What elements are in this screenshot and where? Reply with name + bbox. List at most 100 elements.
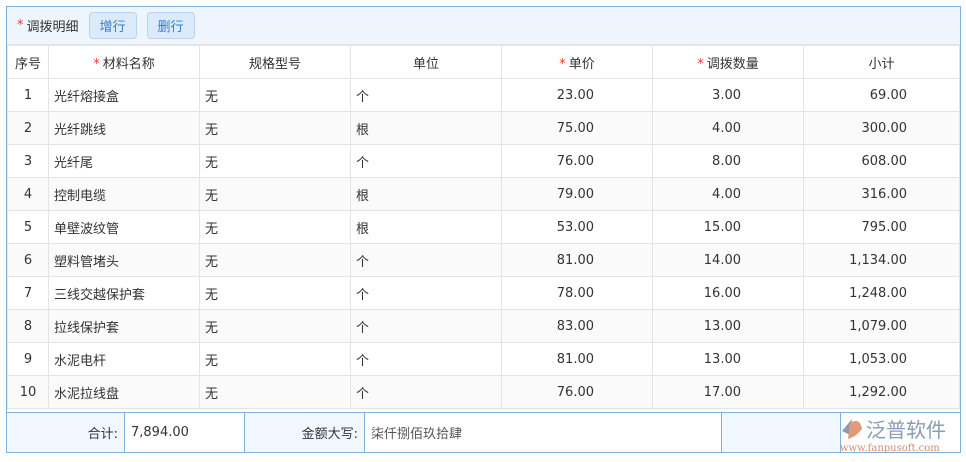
row-index-cell: 1 bbox=[7, 78, 49, 112]
subtotal-cell[interactable]: 795.00 bbox=[803, 210, 960, 244]
required-mark: * bbox=[559, 56, 566, 72]
column-header-label: 调拨数量 bbox=[706, 56, 759, 72]
quantity-cell[interactable]: 16.00 bbox=[652, 276, 804, 310]
unit-price-cell[interactable]: 81.00 bbox=[501, 243, 653, 277]
unit-cell[interactable]: 个 bbox=[350, 342, 502, 376]
quantity-cell[interactable]: 3.00 bbox=[652, 78, 804, 112]
quantity-cell[interactable]: 13.00 bbox=[652, 309, 804, 343]
subtotal-cell[interactable]: 1,053.00 bbox=[803, 342, 960, 376]
table-row[interactable]: 7 三线交越保护套无个 78.00 16.00 1,248.00 bbox=[7, 276, 960, 310]
svg-text:泛普软件: 泛普软件 bbox=[866, 418, 946, 442]
amount-words-label: 金额大写: bbox=[245, 413, 365, 452]
unit-cell[interactable]: 根 bbox=[350, 111, 502, 145]
material-name-cell[interactable]: 塑料管堵头 bbox=[48, 243, 200, 277]
material-name-cell[interactable]: 控制电缆 bbox=[48, 177, 200, 211]
spec-cell[interactable]: 无 bbox=[199, 78, 351, 112]
material-name-cell[interactable]: 光纤尾 bbox=[48, 144, 200, 178]
row-index-cell: 6 bbox=[7, 243, 49, 277]
spec-cell[interactable]: 无 bbox=[199, 342, 351, 376]
fanpu-logo: 泛普软件 www.fanpusoft.com bbox=[838, 415, 958, 454]
spec-cell[interactable]: 无 bbox=[199, 111, 351, 145]
column-header: 单位 bbox=[350, 45, 502, 79]
unit-cell[interactable]: 根 bbox=[350, 210, 502, 244]
unit-price-cell[interactable]: 53.00 bbox=[501, 210, 653, 244]
material-name-cell[interactable]: 水泥电杆 bbox=[48, 342, 200, 376]
material-name-cell[interactable]: 三线交越保护套 bbox=[48, 276, 200, 310]
material-name-cell[interactable]: 水泥拉线盘 bbox=[48, 375, 200, 409]
quantity-cell[interactable]: 14.00 bbox=[652, 243, 804, 277]
unit-price-cell[interactable]: 75.00 bbox=[501, 111, 653, 145]
column-header: * 调拨数量 bbox=[652, 45, 804, 79]
table-row[interactable]: 4 控制电缆无根 79.00 4.00 316.00 bbox=[7, 177, 960, 211]
svg-text:www.fanpusoft.com: www.fanpusoft.com bbox=[840, 443, 940, 453]
quantity-cell[interactable]: 4.00 bbox=[652, 111, 804, 145]
material-name-cell[interactable]: 拉线保护套 bbox=[48, 309, 200, 343]
material-name-cell[interactable]: 光纤熔接盒 bbox=[48, 78, 200, 112]
table-row[interactable]: 8 拉线保护套无个 83.00 13.00 1,079.00 bbox=[7, 309, 960, 343]
subtotal-cell[interactable]: 316.00 bbox=[803, 177, 960, 211]
unit-price-cell[interactable]: 23.00 bbox=[501, 78, 653, 112]
row-index-cell: 4 bbox=[7, 177, 49, 211]
delete-row-button[interactable]: 删行 bbox=[146, 12, 195, 39]
table-row[interactable]: 10 水泥拉线盘无个 76.00 17.00 1,292.00 bbox=[7, 375, 960, 409]
add-row-button[interactable]: 增行 bbox=[88, 12, 137, 39]
spec-cell[interactable]: 无 bbox=[199, 276, 351, 310]
column-header-label: 小计 bbox=[868, 56, 895, 72]
subtotal-cell[interactable]: 1,134.00 bbox=[803, 243, 960, 277]
subtotal-cell[interactable]: 1,079.00 bbox=[803, 309, 960, 343]
unit-price-cell[interactable]: 79.00 bbox=[501, 177, 653, 211]
material-name-cell[interactable]: 光纤跳线 bbox=[48, 111, 200, 145]
spec-cell[interactable]: 无 bbox=[199, 243, 351, 277]
unit-cell[interactable]: 个 bbox=[350, 243, 502, 277]
unit-price-cell[interactable]: 81.00 bbox=[501, 342, 653, 376]
table-row[interactable]: 2 光纤跳线无根 75.00 4.00 300.00 bbox=[7, 111, 960, 145]
row-index-cell: 10 bbox=[7, 375, 49, 409]
spec-cell[interactable]: 无 bbox=[199, 309, 351, 343]
required-mark: * bbox=[17, 18, 24, 33]
unit-price-cell[interactable]: 76.00 bbox=[501, 144, 653, 178]
amount-words-value: 柒仟捌佰玖拾肆 bbox=[365, 413, 722, 452]
column-header: 序号 bbox=[7, 45, 49, 79]
unit-cell[interactable]: 个 bbox=[350, 375, 502, 409]
quantity-cell[interactable]: 8.00 bbox=[652, 144, 804, 178]
row-index-cell: 2 bbox=[7, 111, 49, 145]
column-header: * 单价 bbox=[501, 45, 653, 79]
spec-cell[interactable]: 无 bbox=[199, 375, 351, 409]
unit-cell[interactable]: 个 bbox=[350, 309, 502, 343]
subtotal-cell[interactable]: 608.00 bbox=[803, 144, 960, 178]
subtotal-cell[interactable]: 69.00 bbox=[803, 78, 960, 112]
subtotal-cell[interactable]: 1,248.00 bbox=[803, 276, 960, 310]
unit-price-cell[interactable]: 76.00 bbox=[501, 375, 653, 409]
spec-cell[interactable]: 无 bbox=[199, 177, 351, 211]
table-row[interactable]: 3 光纤尾无个 76.00 8.00 608.00 bbox=[7, 144, 960, 178]
table-row[interactable]: 5 单壁波纹管无根 53.00 15.00 795.00 bbox=[7, 210, 960, 244]
quantity-cell[interactable]: 13.00 bbox=[652, 342, 804, 376]
detail-table: 序号 * 材料名称 规格型号 单位 * 单价 * 调拨数量 小计 1 光纤熔接盒无个 23.00 3.0… bbox=[7, 45, 960, 409]
unit-cell[interactable]: 根 bbox=[350, 177, 502, 211]
column-header: * 材料名称 bbox=[48, 45, 200, 79]
column-header-label: 单位 bbox=[412, 56, 439, 72]
table-row[interactable]: 6 塑料管堵头无个 81.00 14.00 1,134.00 bbox=[7, 243, 960, 277]
spec-cell[interactable]: 无 bbox=[199, 210, 351, 244]
unit-price-cell[interactable]: 78.00 bbox=[501, 276, 653, 310]
unit-cell[interactable]: 个 bbox=[350, 276, 502, 310]
subtotal-cell[interactable]: 1,292.00 bbox=[803, 375, 960, 409]
unit-cell[interactable]: 个 bbox=[350, 78, 502, 112]
unit-cell[interactable]: 个 bbox=[350, 144, 502, 178]
quantity-cell[interactable]: 15.00 bbox=[652, 210, 804, 244]
table-row[interactable]: 1 光纤熔接盒无个 23.00 3.00 69.00 bbox=[7, 78, 960, 112]
quantity-cell[interactable]: 17.00 bbox=[652, 375, 804, 409]
required-mark: * bbox=[93, 56, 100, 72]
total-label: 合计: bbox=[7, 413, 125, 452]
spec-cell[interactable]: 无 bbox=[199, 144, 351, 178]
unit-price-cell[interactable]: 83.00 bbox=[501, 309, 653, 343]
column-header-label: 单价 bbox=[568, 56, 595, 72]
footer-empty-cell bbox=[722, 413, 841, 452]
column-header-label: 规格型号 bbox=[248, 56, 301, 72]
row-index-cell: 5 bbox=[7, 210, 49, 244]
table-row[interactable]: 9 水泥电杆无个 81.00 13.00 1,053.00 bbox=[7, 342, 960, 376]
quantity-cell[interactable]: 4.00 bbox=[652, 177, 804, 211]
subtotal-cell[interactable]: 300.00 bbox=[803, 111, 960, 145]
material-name-cell[interactable]: 单壁波纹管 bbox=[48, 210, 200, 244]
required-mark: * bbox=[697, 56, 704, 72]
